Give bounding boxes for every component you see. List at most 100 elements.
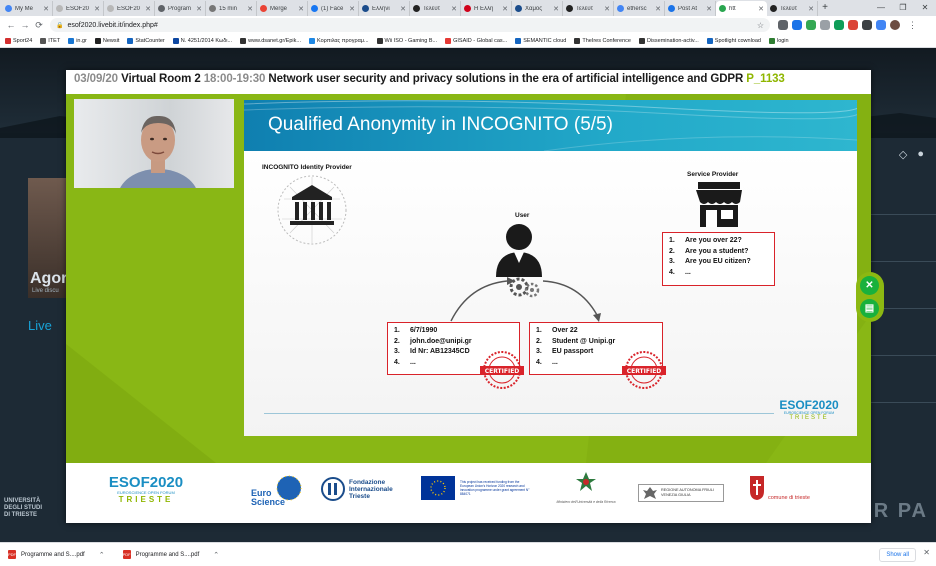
claim-item: 2. Student @ Unipi.gr <box>536 337 616 345</box>
reload-icon[interactable]: ⟳ <box>32 20 46 31</box>
close-window-icon[interactable]: ✕ <box>914 0 936 16</box>
tag-icon[interactable]: ◇ <box>899 148 907 161</box>
bookmark-item[interactable]: Sport24 <box>5 37 32 44</box>
chat-button[interactable]: ▤ <box>860 299 879 318</box>
session-date: 03/09/20 <box>74 73 118 85</box>
tab-close-icon[interactable]: ✕ <box>758 5 764 13</box>
extension-icon[interactable] <box>792 20 802 30</box>
extension-icon[interactable] <box>848 20 858 30</box>
bookmark-item[interactable]: Wii ISO - Gaming B... <box>376 37 437 44</box>
bookmark-item[interactable]: GISAID - Global cas... <box>445 37 507 44</box>
tab-close-icon[interactable]: ✕ <box>145 5 151 13</box>
download-item[interactable]: PDF Programme and S....pdf ⌃ <box>122 550 219 559</box>
bookmark-item[interactable]: Spotlight cownload <box>706 37 761 44</box>
close-downloads-icon[interactable]: ✕ <box>923 548 930 557</box>
tab-favicon-icon <box>668 5 675 12</box>
browser-tab[interactable]: ESOF20 ✕ <box>53 1 104 16</box>
browser-tab[interactable]: ESOF20 ✕ <box>104 1 155 16</box>
bookmark-item[interactable]: SEMANTIC cloud <box>515 37 566 44</box>
bookmark-favicon-icon <box>68 37 75 44</box>
browser-tab[interactable]: htt ✕ <box>716 1 767 16</box>
close-modal-button[interactable]: ✕ <box>860 276 879 295</box>
tab-close-icon[interactable]: ✕ <box>706 5 712 13</box>
forward-icon[interactable]: → <box>18 20 32 30</box>
tab-close-icon[interactable]: ✕ <box>43 5 49 13</box>
extension-icon[interactable] <box>862 20 872 30</box>
tab-title: Τελευτ <box>780 5 798 12</box>
bookmark-label: login <box>776 37 789 44</box>
tab-close-icon[interactable]: ✕ <box>808 5 814 13</box>
bookmark-item[interactable]: www.dsanet.gr/Epik... <box>240 37 301 44</box>
bookmark-item[interactable]: StatCounter <box>127 37 165 44</box>
browser-tab[interactable]: Χαμός ✕ <box>512 1 563 16</box>
browser-tab[interactable]: Merge ✕ <box>257 1 308 16</box>
new-tab-button[interactable]: + <box>818 1 832 16</box>
minimize-icon[interactable]: — <box>870 0 892 16</box>
browser-tab[interactable]: Ελληνι ✕ <box>359 1 410 16</box>
bookmark-item[interactable]: Dissemination-activ... <box>638 37 699 44</box>
tab-favicon-icon <box>311 5 318 12</box>
tab-close-icon[interactable]: ✕ <box>247 5 253 13</box>
extension-icon[interactable] <box>876 20 886 30</box>
bookmark-favicon-icon <box>94 37 101 44</box>
browser-menu-icon[interactable]: ⋮ <box>908 20 917 31</box>
tab-title: ethersc <box>627 5 647 12</box>
tab-close-icon[interactable]: ✕ <box>655 5 661 13</box>
tab-favicon-icon <box>719 5 726 12</box>
browser-tab[interactable]: ethersc ✕ <box>614 1 665 16</box>
tab-close-icon[interactable]: ✕ <box>298 5 304 13</box>
esof-sponsor-logo: ESOF2020 EUROSCIENCE OPEN FORUM TRIESTE <box>108 474 184 504</box>
bookmark-star-icon[interactable]: ☆ <box>757 21 764 30</box>
tab-close-icon[interactable]: ✕ <box>553 5 559 13</box>
browser-tab[interactable]: Τελευτ ✕ <box>410 1 461 16</box>
extension-icon[interactable] <box>820 20 830 30</box>
bookmark-item[interactable]: ITET <box>40 37 60 44</box>
profile-avatar-icon[interactable] <box>890 20 900 30</box>
browser-tab[interactable]: Τελευτ ✕ <box>767 1 818 16</box>
bookmark-item[interactable]: Κορπιλας προγραμ... <box>308 37 369 44</box>
tab-close-icon[interactable]: ✕ <box>502 5 508 13</box>
browser-tab[interactable]: 15 min ✕ <box>206 1 257 16</box>
bookmark-item[interactable]: N. 4251/2014 Κωδι... <box>172 37 232 44</box>
tab-favicon-icon <box>566 5 573 12</box>
tab-close-icon[interactable]: ✕ <box>400 5 406 13</box>
eu-funding-logo: This project has received funding from t… <box>421 476 532 500</box>
question-item: 2. Are you a student? <box>669 247 749 255</box>
url-text: esof2020.livebit.it/index.php# <box>67 21 158 29</box>
credential-item: 1. 6/7/1990 <box>394 327 438 334</box>
user-icon[interactable]: ● <box>917 148 924 161</box>
address-bar[interactable]: 🔒 esof2020.livebit.it/index.php# ☆ <box>50 18 770 32</box>
bookmark-item[interactable]: Newsit <box>94 37 119 44</box>
chevron-up-icon[interactable]: ⌃ <box>99 551 105 559</box>
browser-tab[interactable]: Program ✕ <box>155 1 206 16</box>
extension-icon[interactable] <box>806 20 816 30</box>
browser-tab[interactable]: (1) Face ✕ <box>308 1 359 16</box>
chevron-up-icon[interactable]: ⌃ <box>213 551 219 559</box>
bookmark-item[interactable]: TheIres Conference <box>574 37 631 44</box>
extension-icon[interactable] <box>834 20 844 30</box>
browser-tab[interactable]: Τελευτ ✕ <box>563 1 614 16</box>
extension-icon[interactable] <box>778 20 788 30</box>
tab-close-icon[interactable]: ✕ <box>94 5 100 13</box>
bookmark-favicon-icon <box>515 37 522 44</box>
browser-tab[interactable]: My Me ✕ <box>2 1 53 16</box>
download-item[interactable]: PDF Programme and S....pdf ⌃ <box>8 550 105 559</box>
slide-esof-logo: ESOF2020 EUROSCIENCE OPEN FORUM TRIESTE <box>779 398 839 421</box>
tab-close-icon[interactable]: ✕ <box>604 5 610 13</box>
browser-tab[interactable]: Η Ελλη ✕ <box>461 1 512 16</box>
tab-close-icon[interactable]: ✕ <box>349 5 355 13</box>
show-all-downloads-button[interactable]: Show all <box>879 548 916 562</box>
bookmark-item[interactable]: in.gr <box>68 37 87 44</box>
video-player[interactable]: Qualified Anonymity in INCOGNITO (5/5) I… <box>66 94 871 463</box>
tab-close-icon[interactable]: ✕ <box>196 5 202 13</box>
back-icon[interactable]: ← <box>4 20 18 30</box>
bookmark-item[interactable]: login <box>768 37 789 44</box>
tab-favicon-icon <box>617 5 624 12</box>
live-label[interactable]: Live <box>28 318 52 333</box>
tab-close-icon[interactable]: ✕ <box>451 5 457 13</box>
certified-stamp-icon: CERTIFIED <box>480 351 524 389</box>
session-code: P_1133 <box>746 73 785 85</box>
tab-title: My Me <box>15 5 33 12</box>
browser-tab[interactable]: Post At ✕ <box>665 1 716 16</box>
maximize-icon[interactable]: ❐ <box>892 0 914 16</box>
